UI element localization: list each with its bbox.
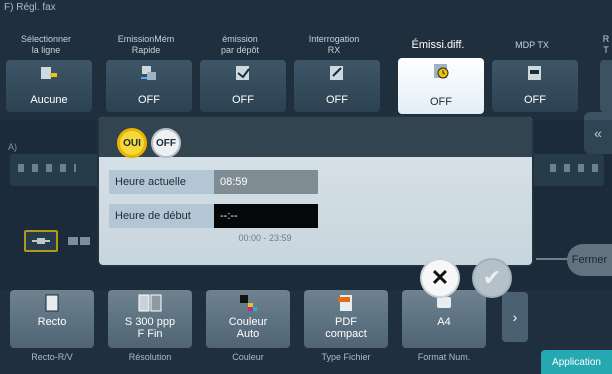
start-time-input[interactable]: --:-- xyxy=(214,204,318,228)
current-time-label: Heure actuelle xyxy=(109,170,215,194)
setting-value: Recto xyxy=(37,316,67,328)
tab-card[interactable]: OFF xyxy=(294,60,380,112)
tab-timer-tx[interactable]: Émissi.diff. OFF xyxy=(392,30,484,114)
tab-partial[interactable]: R T xyxy=(600,30,612,112)
quick-memory-tx-icon xyxy=(141,66,156,80)
tab-label: Interrogation RX xyxy=(308,34,360,55)
setting-value: S 300 ppp F Fin xyxy=(124,316,176,340)
timer-tx-icon xyxy=(434,64,449,79)
checkmark-icon: ✔ xyxy=(482,265,502,290)
tab-quick-memory-tx[interactable]: EmissionMém Rapide OFF xyxy=(100,30,192,112)
bulletin-tx-icon xyxy=(236,66,250,80)
tab-value: OFF xyxy=(430,96,452,108)
tab-card[interactable]: OFF xyxy=(200,60,286,112)
polling-rx-icon xyxy=(330,66,343,80)
tab-label: EmissionMém Rapide xyxy=(117,34,175,55)
setting-value: PDF compact xyxy=(325,316,367,340)
toggle-on-button[interactable]: OUI xyxy=(117,128,147,158)
time-range-hint: 00:00 - 23:59 xyxy=(238,233,292,243)
setting-resolution[interactable]: S 300 ppp F Fin xyxy=(108,290,192,348)
header-title: F) Régl. fax xyxy=(4,2,56,13)
setting-caption: Couleur xyxy=(232,352,264,362)
password-tx-icon xyxy=(528,66,541,80)
tab-value: OFF xyxy=(138,94,160,106)
close-x-icon: ✕ xyxy=(430,265,450,290)
setting-caption: Résolution xyxy=(128,352,172,362)
tab-bulletin-tx[interactable]: émission par dépôt OFF xyxy=(194,30,286,112)
tab-select-line[interactable]: Sélectionner la ligne Aucune xyxy=(0,30,92,112)
more-settings-button[interactable]: › xyxy=(502,292,528,342)
confirm-button[interactable]: ✔ xyxy=(472,258,512,298)
setting-value: Couleur Auto xyxy=(228,316,268,340)
tab-value: OFF xyxy=(524,94,546,106)
tab-card[interactable]: Aucune xyxy=(6,60,92,112)
toggle-off-button[interactable]: OFF xyxy=(151,128,181,158)
color-icon xyxy=(240,295,257,311)
timer-tx-dialog: OUI OFF Heure actuelle 08:59 Heure de dé… xyxy=(97,115,534,267)
tab-label: émission par dépôt xyxy=(220,34,260,55)
resolution-icon xyxy=(138,294,162,312)
simplex-icon xyxy=(45,294,59,312)
tab-card[interactable]: OFF xyxy=(492,60,578,112)
setting-scan-size[interactable]: A4 xyxy=(402,290,486,348)
tab-label: Sélectionner la ligne xyxy=(20,34,72,55)
cancel-button[interactable]: ✕ xyxy=(420,258,460,298)
tab-value: Aucune xyxy=(30,94,68,106)
setting-caption: Type Fichier xyxy=(321,352,371,362)
tab-label: R T xyxy=(602,34,610,55)
tab-card[interactable]: OFF xyxy=(398,58,484,114)
setting-file-type[interactable]: PDF compact xyxy=(304,290,388,348)
current-time-value: 08:59 xyxy=(214,170,318,194)
setting-caption: Recto-R/V xyxy=(31,352,73,362)
tab-card[interactable]: OFF xyxy=(106,60,192,112)
tab-value: OFF xyxy=(326,94,348,106)
tab-polling-rx[interactable]: Interrogation RX OFF xyxy=(288,30,380,112)
start-time-label: Heure de début xyxy=(109,204,215,228)
chevron-right-icon: › xyxy=(512,309,518,325)
line-select-icon xyxy=(41,67,57,79)
tab-value: OFF xyxy=(232,94,254,106)
pdf-file-icon xyxy=(338,295,352,311)
application-button[interactable]: Application xyxy=(541,350,612,374)
tab-password-tx[interactable]: MDP TX OFF xyxy=(486,30,578,112)
dialog-header: OUI OFF xyxy=(99,117,532,158)
setting-value: A4 xyxy=(437,316,451,328)
setting-color[interactable]: Couleur Auto xyxy=(206,290,290,348)
setting-simplex[interactable]: Recto xyxy=(10,290,94,348)
setting-caption: Format Num. xyxy=(417,352,471,362)
tab-label: MDP TX xyxy=(515,39,549,50)
tab-label: Émissi.diff. xyxy=(411,38,465,51)
